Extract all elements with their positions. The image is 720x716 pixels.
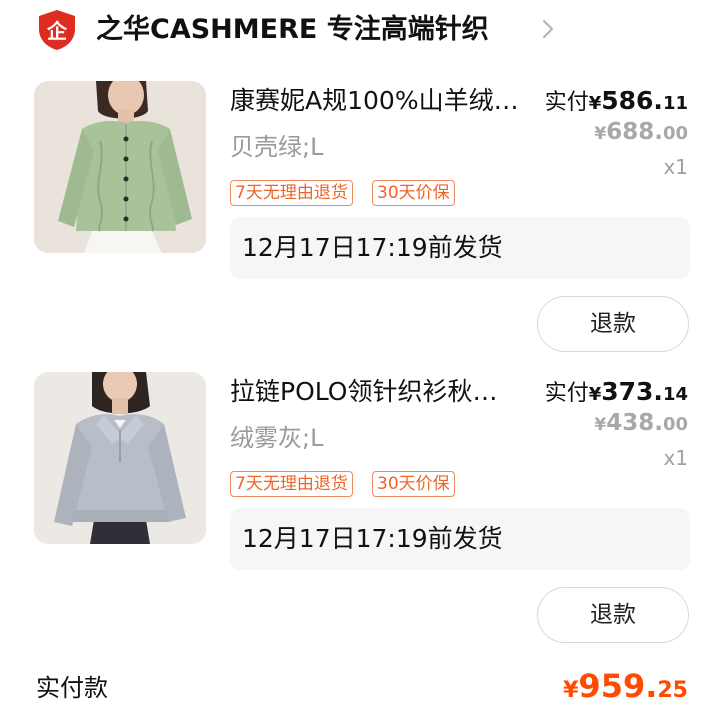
paid-decimal: 11 xyxy=(662,93,688,114)
green-cardigan-photo xyxy=(34,81,206,253)
gray-polo-sweater-photo xyxy=(34,372,206,544)
paid-integer: 586. xyxy=(601,86,663,115)
original-price: ¥438.00 xyxy=(594,407,688,439)
product-sku: 贝壳绿;L xyxy=(230,133,324,161)
paid-price: 实付¥373.14 xyxy=(545,374,688,410)
product-title[interactable]: 拉链POLO领针织衫秋… xyxy=(230,372,530,412)
paid-label: 实付 xyxy=(544,90,589,115)
currency-symbol: ¥ xyxy=(594,415,607,435)
logo-char: 企 xyxy=(46,19,68,43)
return-policy-tag: 7天无理由退货 xyxy=(230,180,353,206)
original-price: ¥688.00 xyxy=(594,116,688,148)
product-image[interactable] xyxy=(34,81,206,253)
total-integer: 959. xyxy=(578,667,658,705)
paid-decimal: 14 xyxy=(662,384,688,405)
original-decimal: 00 xyxy=(662,414,688,435)
currency-symbol: ¥ xyxy=(588,93,602,114)
original-integer: 438. xyxy=(606,410,663,436)
shop-name[interactable]: 之华CASHMERE 专注高端针织 xyxy=(96,10,489,50)
total-decimal: 25 xyxy=(657,678,688,703)
paid-integer: 373. xyxy=(601,377,663,406)
product-title[interactable]: 康赛妮A规100%山羊绒… xyxy=(230,81,530,121)
product-sku: 绒雾灰;L xyxy=(230,424,324,452)
shipping-info: 12月17日17:19前发货 xyxy=(230,508,690,570)
currency-symbol: ¥ xyxy=(594,124,607,144)
quantity: x1 xyxy=(663,446,688,470)
paid-price: 实付¥586.11 xyxy=(545,83,688,119)
total-label: 实付款 xyxy=(36,674,108,702)
currency-symbol: ¥ xyxy=(588,384,602,405)
shipping-info: 12月17日17:19前发货 xyxy=(230,217,690,279)
price-protect-tag: 30天价保 xyxy=(372,471,455,497)
shipping-text: 12月17日17:19前发货 xyxy=(242,233,503,262)
original-integer: 688. xyxy=(606,119,663,145)
return-policy-tag: 7天无理由退货 xyxy=(230,471,353,497)
paid-label: 实付 xyxy=(544,381,589,406)
shipping-text: 12月17日17:19前发货 xyxy=(242,524,503,553)
product-image[interactable] xyxy=(34,372,206,544)
original-decimal: 00 xyxy=(662,123,688,144)
refund-button[interactable]: 退款 xyxy=(537,587,689,643)
price-protect-tag: 30天价保 xyxy=(372,180,455,206)
quantity: x1 xyxy=(663,155,688,179)
chevron-right-icon[interactable] xyxy=(540,16,556,42)
refund-button[interactable]: 退款 xyxy=(537,296,689,352)
shield-logo-icon: 企 xyxy=(39,10,75,50)
total-amount: ¥959.25 xyxy=(563,664,688,708)
currency-symbol: ¥ xyxy=(563,678,579,703)
shop-header[interactable]: 企 之华CASHMERE 专注高端针织 xyxy=(0,0,720,60)
